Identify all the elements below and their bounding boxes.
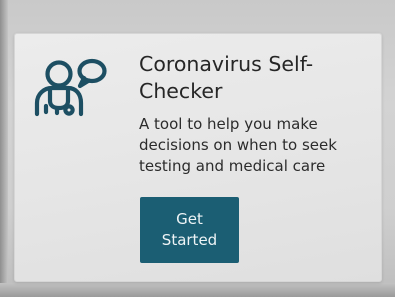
card-description: A tool to help you make decisions on whe… bbox=[139, 115, 337, 175]
device-bezel-bottom bbox=[0, 283, 395, 297]
self-checker-card: Coronavirus Self-Checker A tool to help … bbox=[14, 33, 382, 282]
card-title: Coronavirus Self-Checker bbox=[139, 52, 314, 103]
get-started-button[interactable]: Get Started bbox=[140, 197, 239, 263]
doctor-chat-icon bbox=[33, 54, 113, 126]
device-bezel-left bbox=[0, 0, 8, 297]
